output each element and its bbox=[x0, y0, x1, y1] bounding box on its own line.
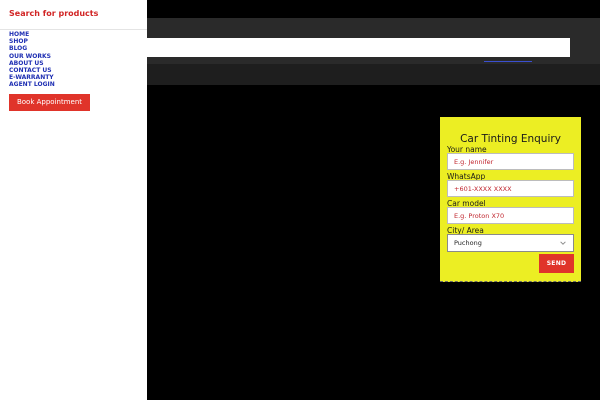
menu-link-contact-us[interactable]: CONTACT US bbox=[9, 67, 139, 74]
city-select[interactable]: Puchong bbox=[447, 234, 574, 252]
car-tinting-enquiry-form: Car Tinting Enquiry Your name WhatsApp C… bbox=[440, 117, 581, 282]
menu-item-contact-us: CONTACT US bbox=[9, 67, 139, 74]
menu-link-blog[interactable]: BLOG bbox=[9, 45, 139, 52]
site-header-search-bar[interactable] bbox=[146, 38, 570, 57]
enquiry-form-title: Car Tinting Enquiry bbox=[460, 133, 561, 145]
menu-item-our-works: OUR WORKS bbox=[9, 53, 139, 60]
menu-link-about-us[interactable]: ABOUT US bbox=[9, 60, 139, 67]
whatsapp-input[interactable] bbox=[447, 180, 574, 197]
city-select-value: Puchong bbox=[454, 239, 482, 247]
menu-link-shop[interactable]: SHOP bbox=[9, 38, 139, 45]
car-model-input[interactable] bbox=[447, 207, 574, 224]
product-search[interactable]: Search for products bbox=[0, 0, 147, 30]
menu-item-agent-login: AGENT LOGIN bbox=[9, 81, 139, 88]
mobile-nav-drawer: Search for products HOME SHOP BLOG OUR W… bbox=[0, 0, 147, 400]
menu-item-e-warranty: E-WARRANTY bbox=[9, 74, 139, 81]
menu-item-blog: BLOG bbox=[9, 45, 139, 52]
menu-link-our-works[interactable]: OUR WORKS bbox=[9, 53, 139, 60]
drawer-menu: HOME SHOP BLOG OUR WORKS ABOUT US CONTAC… bbox=[9, 31, 139, 89]
menu-link-e-warranty[interactable]: E-WARRANTY bbox=[9, 74, 139, 81]
menu-item-shop: SHOP bbox=[9, 38, 139, 45]
site-header-link[interactable] bbox=[484, 56, 532, 62]
menu-link-agent-login[interactable]: AGENT LOGIN bbox=[9, 81, 139, 88]
chevron-down-icon bbox=[560, 241, 566, 245]
book-appointment-button[interactable]: Book Appointment bbox=[9, 94, 90, 111]
name-input[interactable] bbox=[447, 153, 574, 170]
menu-item-about-us: ABOUT US bbox=[9, 60, 139, 67]
menu-item-home: HOME bbox=[9, 31, 139, 38]
menu-link-home[interactable]: HOME bbox=[9, 31, 139, 38]
send-button[interactable]: SEND bbox=[539, 254, 574, 273]
product-search-label[interactable]: Search for products bbox=[9, 9, 98, 18]
